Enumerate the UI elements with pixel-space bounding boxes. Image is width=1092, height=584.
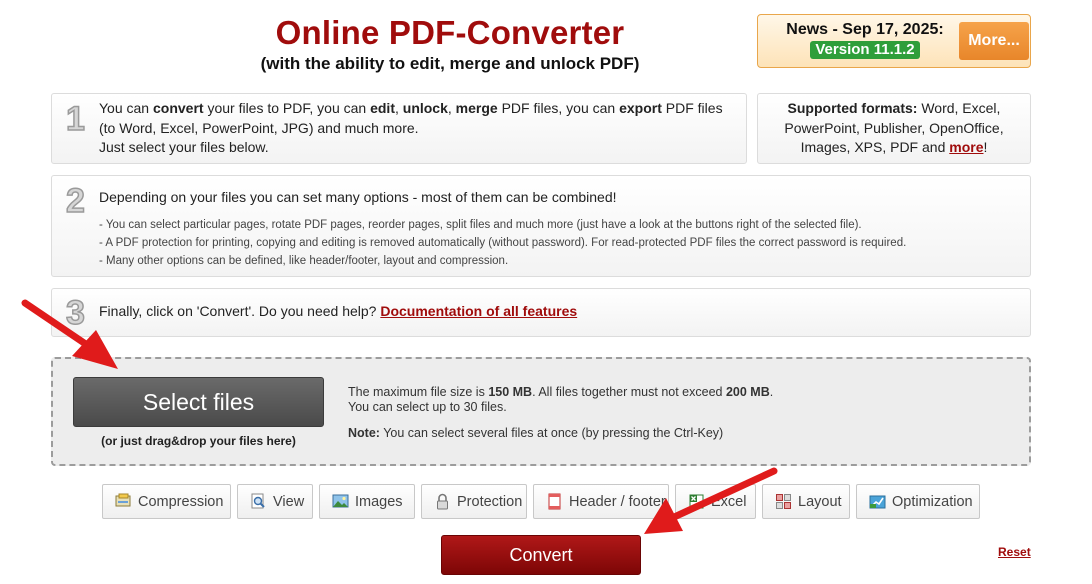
news-title: News - Sep 17, 2025: — [786, 21, 944, 38]
more-formats-link[interactable]: more — [949, 139, 983, 155]
page-title: Online PDF-Converter — [275, 14, 625, 51]
select-files-button[interactable]: Select files — [73, 377, 324, 427]
more-news-button[interactable]: More... — [959, 22, 1029, 60]
step-2-bullet: - You can select particular pages, rotat… — [99, 219, 862, 231]
reset-link[interactable]: Reset — [998, 545, 1031, 559]
option-layout-button[interactable]: Layout — [762, 484, 850, 519]
step-2-bullets: - You can select particular pages, rotat… — [99, 216, 906, 270]
option-excel-button[interactable]: Excel — [675, 484, 756, 519]
option-optimization-button[interactable]: Optimization — [856, 484, 980, 519]
formats-line-1: Supported formats: Word, Excel, — [787, 100, 1001, 116]
option-label: Optimization — [892, 493, 973, 510]
option-view-button[interactable]: View — [237, 484, 313, 519]
step-3-panel: 3 Finally, click on 'Convert'. Do you ne… — [51, 288, 1031, 337]
step-3-text: Finally, click on 'Convert'. Do you need… — [99, 303, 578, 319]
lock-icon — [434, 493, 451, 510]
magnifier-icon — [250, 493, 267, 510]
image-icon — [332, 493, 349, 510]
documentation-link[interactable]: Documentation of all features — [380, 303, 577, 319]
file-size-limit: The maximum file size is 150 MB. All fil… — [348, 385, 774, 399]
option-protection-button[interactable]: Protection — [421, 484, 527, 519]
option-header-footer-button[interactable]: Header / footer — [533, 484, 669, 519]
option-label: Compression — [138, 493, 224, 510]
option-label: Protection — [457, 493, 523, 510]
option-label: Layout — [798, 493, 842, 510]
file-count-limit: You can select up to 30 files. — [348, 400, 507, 414]
step-2-panel: 2 Depending on your files you can set ma… — [51, 175, 1031, 277]
step-2-heading: Depending on your files you can set many… — [99, 189, 617, 205]
step-1-line-3: Just select your files below. — [99, 139, 269, 155]
page-subtitle: (with the ability to edit, merge and unl… — [260, 54, 640, 73]
step-1-panel: 1 You can convert your files to PDF, you… — [51, 93, 747, 164]
multi-select-note: Note: You can select several files at on… — [348, 426, 724, 440]
layout-grid-icon — [775, 493, 792, 510]
step-2-bullet: - Many other options can be defined, lik… — [99, 255, 509, 267]
file-drop-zone[interactable]: Select files (or just drag&drop your fil… — [51, 357, 1031, 466]
step-1-text: You can convert your files to PDF, you c… — [99, 99, 723, 158]
option-compression-button[interactable]: Compression — [102, 484, 231, 519]
compression-icon — [115, 493, 132, 510]
supported-formats-panel: Supported formats: Word, Excel, PowerPoi… — [757, 93, 1031, 164]
excel-icon — [688, 493, 705, 510]
option-images-button[interactable]: Images — [319, 484, 415, 519]
step-2-number: 2 — [65, 181, 85, 221]
header: Online PDF-Converter (with the ability t… — [150, 14, 750, 74]
convert-button[interactable]: Convert — [441, 535, 641, 575]
step-1-line-1: You can convert your files to PDF, you c… — [99, 100, 723, 116]
optimization-icon — [869, 493, 886, 510]
document-icon — [546, 493, 563, 510]
step-1-number: 1 — [65, 99, 85, 139]
step-1-line-2: (to Word, Excel, PowerPoint, JPG) and mu… — [99, 119, 419, 136]
option-label: Excel — [711, 493, 747, 510]
drag-drop-hint: (or just drag&drop your files here) — [101, 434, 296, 448]
version-badge[interactable]: Version 11.1.2 — [810, 41, 920, 59]
news-box: News - Sep 17, 2025: Version 11.1.2 More… — [757, 14, 1031, 68]
file-limits-info: The maximum file size is 150 MB. All fil… — [348, 385, 773, 415]
formats-line-2: PowerPoint, Publisher, OpenOffice, — [784, 119, 1004, 136]
option-label: Images — [355, 493, 403, 510]
step-2-bullet: - A PDF protection for printing, copying… — [99, 237, 907, 249]
news-text: News - Sep 17, 2025: Version 11.1.2 — [770, 21, 960, 59]
option-label: View — [273, 493, 305, 510]
formats-line-3: Images, XPS, PDF and more! — [800, 139, 988, 155]
option-label: Header / footer — [569, 493, 666, 510]
step-3-number: 3 — [65, 293, 85, 333]
